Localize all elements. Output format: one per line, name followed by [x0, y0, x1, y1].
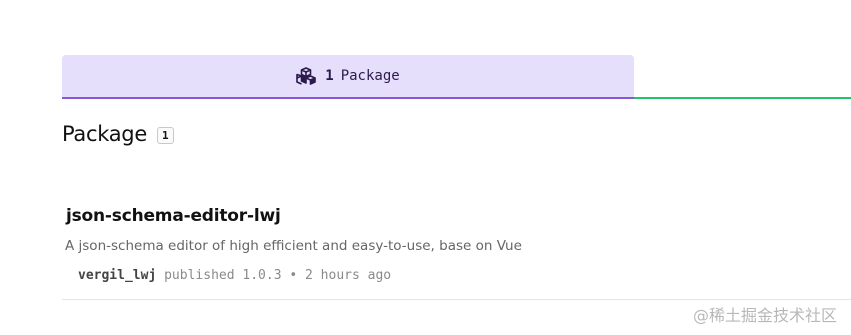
tab-count: 1: [325, 68, 334, 84]
package-name-link[interactable]: json-schema-editor-lwj: [66, 206, 281, 226]
section-heading: Package 1: [62, 122, 174, 146]
tab-package[interactable]: 1 Package: [62, 55, 634, 97]
published-label: published: [164, 268, 235, 283]
count-badge: 1: [156, 126, 174, 144]
package-description: A json-schema editor of high efficient a…: [65, 238, 522, 254]
card-divider: [62, 299, 851, 300]
watermark: @稀土掘金技术社区: [692, 306, 837, 325]
package-meta: vergil_lwj published 1.0.3 • 2 hours ago: [78, 268, 391, 283]
package-cubes-icon: [296, 67, 317, 85]
tab-label: Package: [340, 68, 400, 84]
meta-separator: •: [289, 268, 298, 283]
tab-active-underline: [62, 97, 634, 99]
section-title: Package: [62, 122, 147, 146]
package-author-link[interactable]: vergil_lwj: [78, 268, 156, 283]
published-time: 2 hours ago: [305, 268, 392, 283]
package-version: 1.0.3: [242, 268, 282, 283]
search-results-page: 1 Package Package 1 json-schema-editor-l…: [0, 0, 851, 335]
tab-strip-underline: [634, 97, 851, 99]
